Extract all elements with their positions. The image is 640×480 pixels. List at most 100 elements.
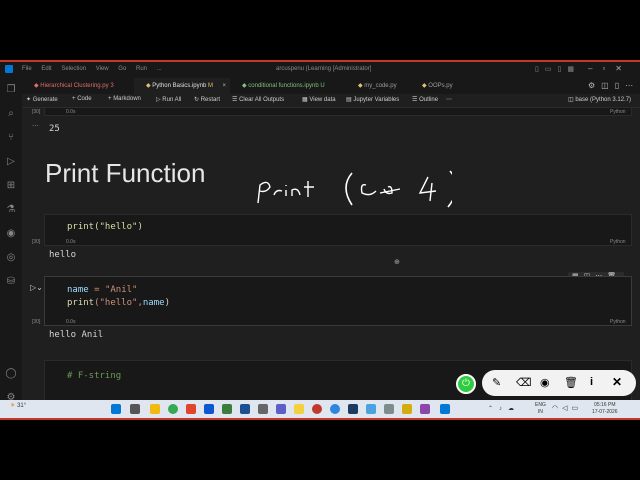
- edge-icon[interactable]: [330, 404, 340, 414]
- menu-go[interactable]: Go: [118, 66, 126, 72]
- start-button-icon[interactable]: [111, 404, 121, 414]
- shapes-icon[interactable]: ◉: [540, 376, 550, 389]
- split-editor-icon[interactable]: ◫: [601, 81, 615, 90]
- clear-outputs-button[interactable]: ☰ Clear All Outputs: [232, 96, 284, 103]
- notes-icon[interactable]: [294, 404, 304, 414]
- extensions-icon[interactable]: ⊞: [5, 180, 17, 192]
- code-cell-print-hello[interactable]: print("hello"): [44, 214, 632, 246]
- add-code-button[interactable]: + Code: [72, 96, 92, 102]
- restart-button[interactable]: ↻ Restart: [194, 96, 220, 103]
- menu-run[interactable]: Run: [136, 66, 147, 72]
- close-icon[interactable]: ✕: [612, 375, 622, 389]
- weather-widget[interactable]: ☀ 31°: [10, 402, 26, 409]
- file-explorer-icon[interactable]: [150, 404, 160, 414]
- app-icon[interactable]: [384, 404, 394, 414]
- search-icon[interactable]: ⌕: [5, 108, 17, 120]
- tab-oops[interactable]: ◆ OOPs.py: [410, 78, 466, 94]
- menu-more[interactable]: ...: [157, 66, 162, 72]
- account-icon[interactable]: ◯: [5, 368, 17, 380]
- jupyter-variables-button[interactable]: ▤ Jupyter Variables: [346, 96, 399, 103]
- battery-icon[interactable]: ▭: [572, 405, 583, 412]
- jupyter-icon[interactable]: ◎: [5, 252, 17, 264]
- cloud-icon[interactable]: ☁: [508, 406, 520, 412]
- close-window-icon[interactable]: ✕: [615, 64, 632, 73]
- tab-hierarchical-clustering[interactable]: ◆ Hierarchical Clustering.py 3: [22, 78, 134, 94]
- menu-view[interactable]: View: [96, 66, 109, 72]
- tab-conditional-functions[interactable]: ◆ conditional functions.ipynb U: [230, 78, 346, 94]
- cell-code[interactable]: print("hello"): [67, 222, 143, 232]
- menu-selection[interactable]: Selection: [61, 66, 86, 72]
- kernel-picker[interactable]: ◫ base (Python 3.12.7): [568, 96, 631, 103]
- outline-button[interactable]: ☰ Outline: [412, 96, 438, 103]
- wifi-icon[interactable]: ◠: [552, 405, 562, 412]
- more-toolbar-button[interactable]: ⋯: [446, 96, 452, 103]
- run-all-icon: ▷: [156, 97, 161, 103]
- language-indicator[interactable]: ENG IN: [535, 402, 546, 416]
- tab-my-code[interactable]: ◆ my_code.py: [346, 78, 410, 94]
- app-icon[interactable]: [402, 404, 412, 414]
- explorer-icon[interactable]: ❐: [5, 84, 17, 96]
- menu-edit[interactable]: Edit: [41, 66, 51, 72]
- markdown-heading[interactable]: Print Function: [45, 158, 205, 189]
- clear-icon: ☰: [232, 97, 238, 103]
- settings-taskbar-icon[interactable]: [258, 404, 268, 414]
- outline-icon: ☰: [412, 97, 418, 103]
- generate-button[interactable]: ✦ Generate: [26, 96, 58, 103]
- tab-label: Python Basics.ipynb: [152, 83, 207, 89]
- clock[interactable]: 05:16 PM 17-07-2026: [592, 402, 618, 416]
- split-icon[interactable]: ▯: [615, 81, 625, 90]
- cell-language[interactable]: Python: [610, 239, 626, 245]
- source-control-icon[interactable]: ⑂: [5, 132, 17, 144]
- volume-icon[interactable]: ◁: [562, 405, 571, 412]
- add-markdown-button[interactable]: + Markdown: [108, 96, 141, 102]
- run-all-button[interactable]: ▷ Run All: [156, 96, 181, 103]
- code-comment: # F-string: [67, 371, 122, 381]
- view-data-button[interactable]: ▦ View data: [302, 96, 336, 103]
- minimize-icon[interactable]: –: [588, 64, 602, 73]
- store-icon[interactable]: [204, 404, 214, 414]
- layout-panel-icon[interactable]: ▭: [545, 66, 558, 73]
- database-icon[interactable]: ⛁: [5, 276, 17, 288]
- run-cell-icon[interactable]: ▷⌄: [30, 283, 43, 292]
- cell-language[interactable]: Python: [610, 109, 626, 115]
- menu-file[interactable]: File: [22, 66, 32, 72]
- exec-count: [30]: [32, 319, 41, 325]
- app-icon[interactable]: [348, 404, 358, 414]
- python-icon[interactable]: ◉: [5, 228, 17, 240]
- tab-close-icon[interactable]: ×: [222, 78, 226, 94]
- recorder-icon[interactable]: [312, 404, 322, 414]
- clear-all-icon[interactable]: 🗑: [564, 376, 578, 389]
- editor-actions: ⚙◫▯⋯: [588, 81, 639, 90]
- gear-icon[interactable]: ⚙: [588, 81, 601, 90]
- more-actions-icon[interactable]: ⋯: [625, 81, 639, 90]
- code-variable: name: [142, 298, 165, 308]
- tab-badge: M: [207, 83, 213, 89]
- layout-sidebar-icon[interactable]: ▯: [535, 66, 545, 73]
- screen-tool-icon[interactable]: [240, 404, 250, 414]
- cell-language[interactable]: Python: [610, 319, 626, 325]
- eraser-icon[interactable]: ⌫: [516, 376, 532, 389]
- tab-python-basics[interactable]: ◆ Python Basics.ipynb M ×: [134, 78, 230, 94]
- teams-icon[interactable]: [276, 404, 286, 414]
- vscode-taskbar-icon[interactable]: [440, 404, 450, 414]
- customize-layout-icon[interactable]: ▦: [567, 66, 580, 73]
- photos-icon[interactable]: [222, 404, 232, 414]
- mic-icon[interactable]: ♪: [499, 406, 508, 412]
- code-cell-top[interactable]: [44, 108, 632, 116]
- chrome-icon[interactable]: [168, 404, 178, 414]
- chevron-up-icon[interactable]: ⌃: [488, 406, 499, 412]
- code-cell-print-name[interactable]: name = "Anil" print("hello",name): [44, 276, 632, 326]
- output-more-icon[interactable]: ⋯: [32, 122, 39, 130]
- brave-icon[interactable]: [186, 404, 196, 414]
- info-icon[interactable]: i: [590, 376, 593, 388]
- maximize-icon[interactable]: ▫: [602, 64, 615, 73]
- search-taskbar-icon[interactable]: [130, 404, 140, 414]
- testing-icon[interactable]: ⚗: [5, 204, 17, 216]
- app-icon[interactable]: [420, 404, 430, 414]
- layout-secondary-icon[interactable]: ▯: [557, 66, 567, 73]
- run-debug-icon[interactable]: ▷: [5, 156, 17, 168]
- pen-icon[interactable]: ✎: [492, 376, 501, 389]
- code-string: ("hello",: [94, 298, 143, 308]
- power-toggle-icon[interactable]: ⏻: [456, 374, 476, 394]
- app-icon[interactable]: [366, 404, 376, 414]
